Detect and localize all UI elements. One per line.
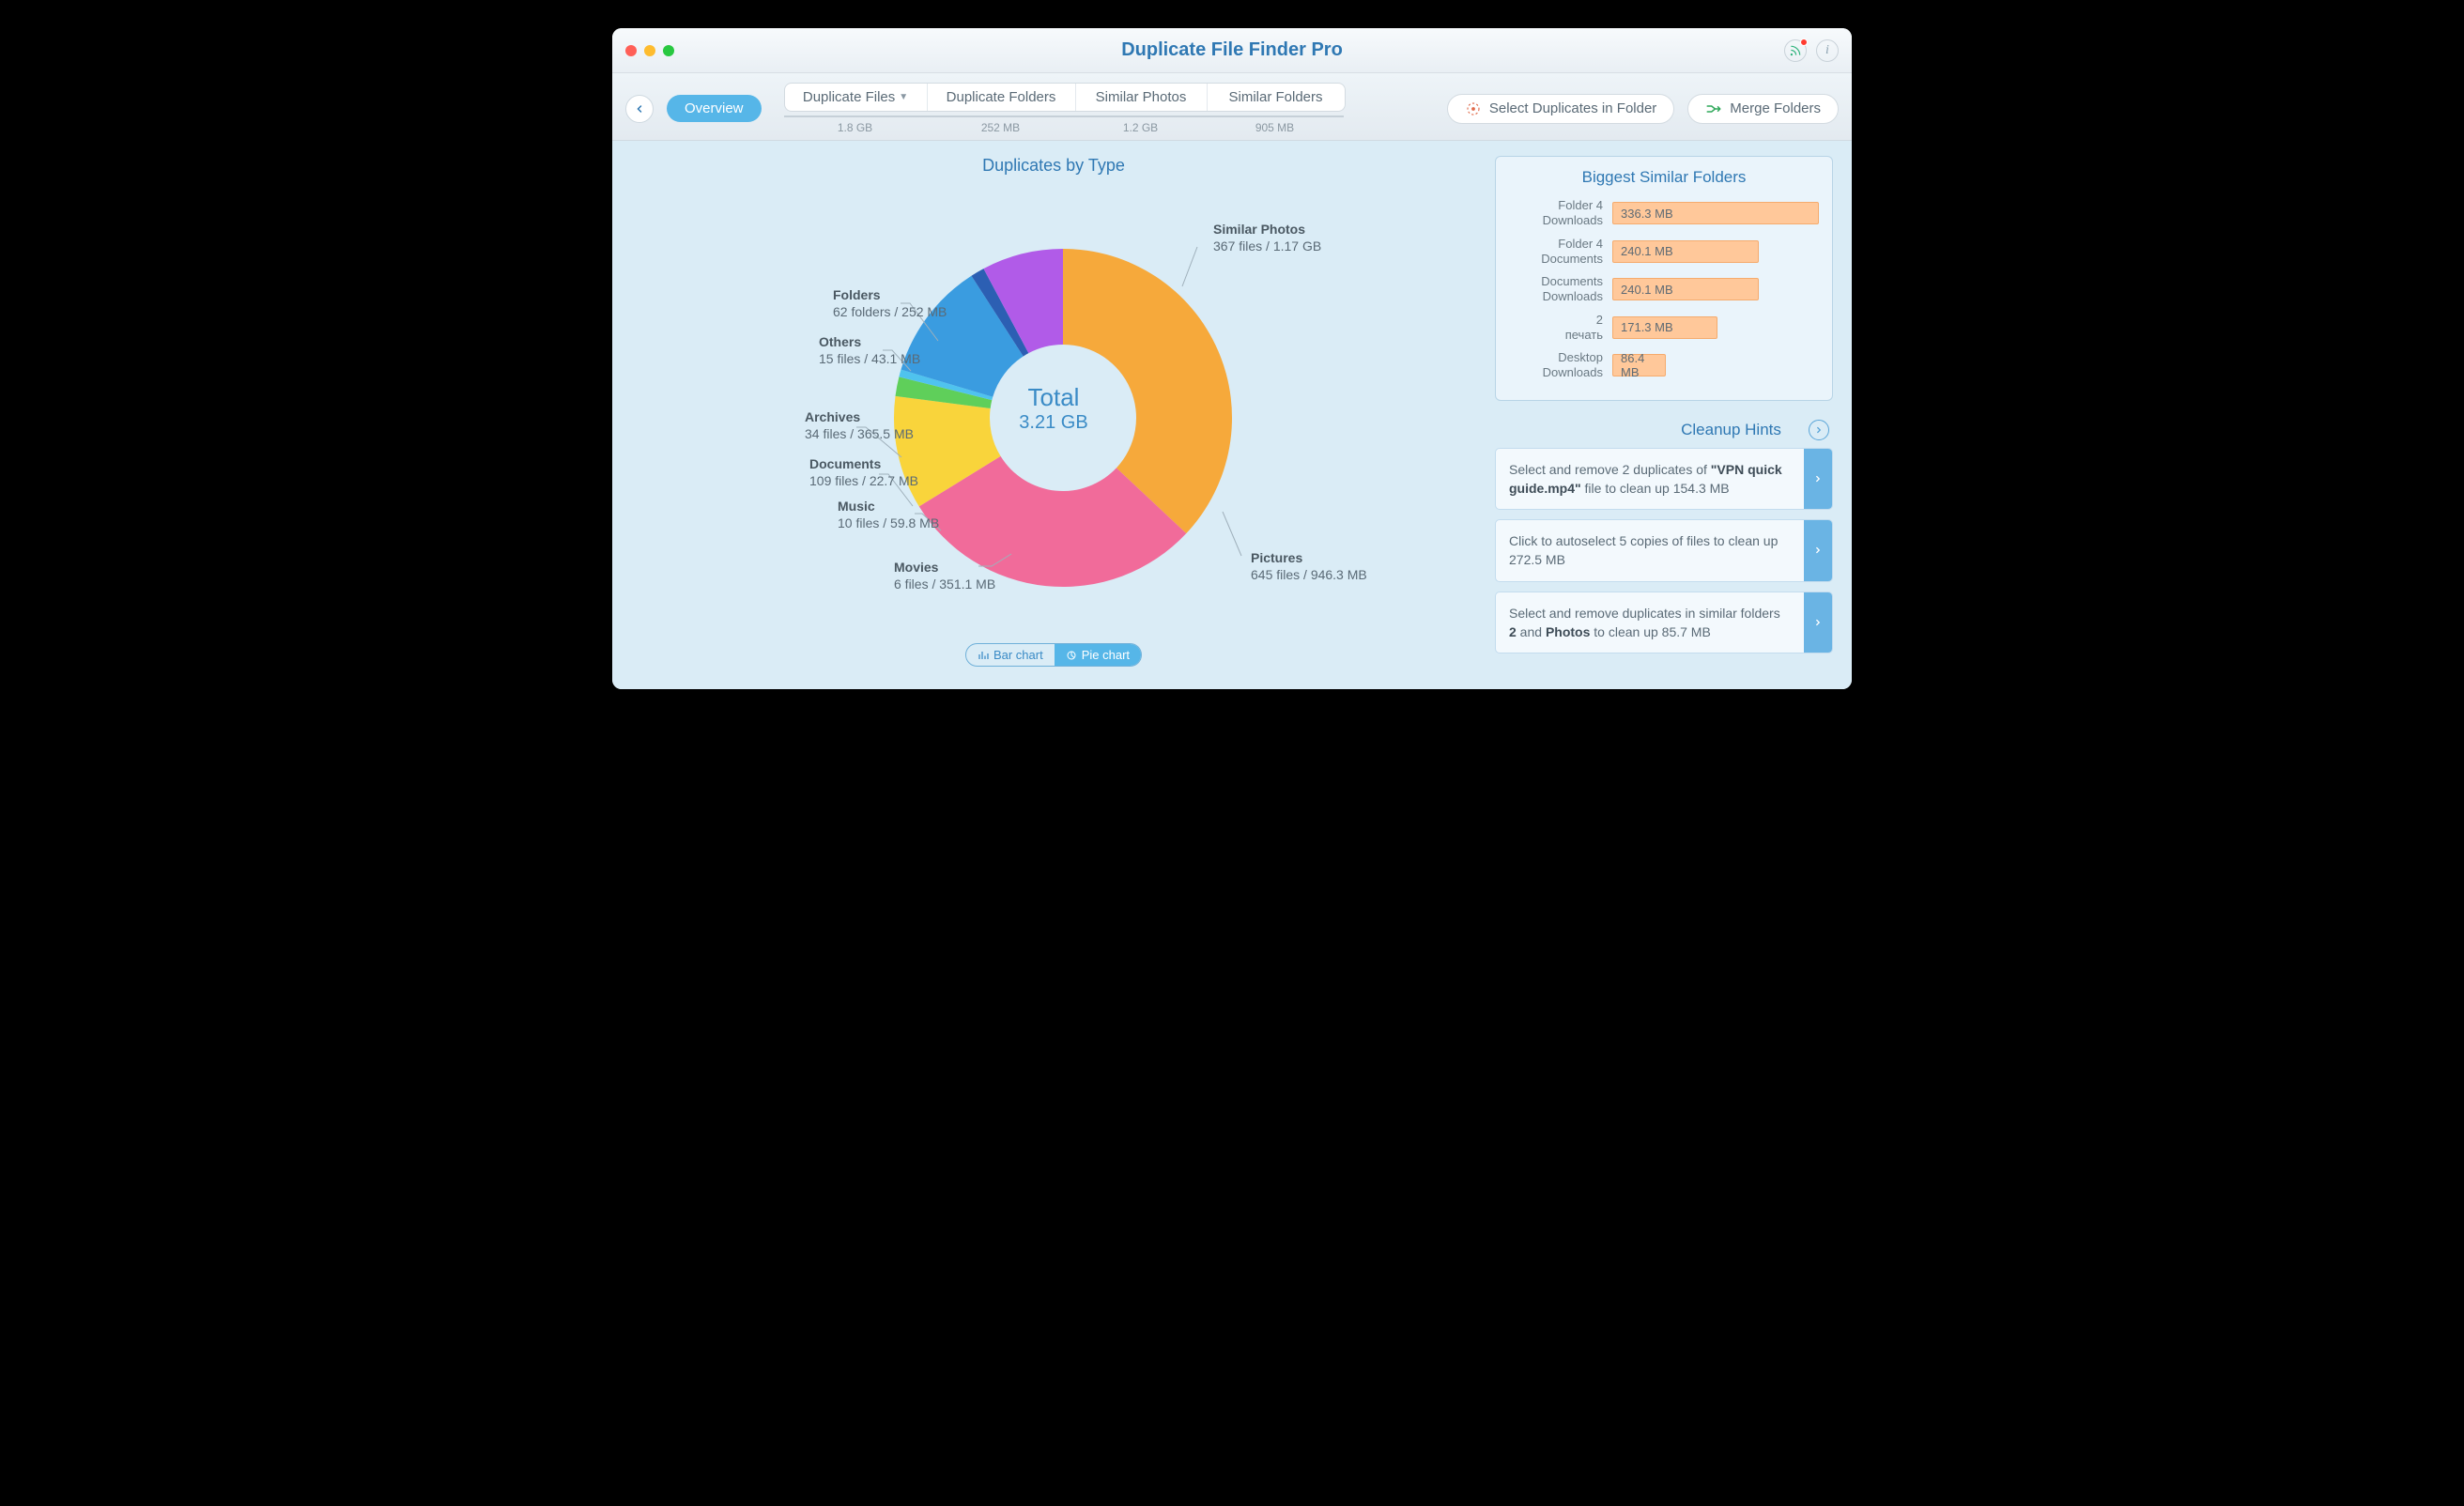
chevron-down-icon: ▼ [899, 92, 908, 102]
tab-duplicate-folders[interactable]: Duplicate Folders [928, 84, 1076, 111]
biggest-similar-title: Biggest Similar Folders [1509, 168, 1819, 187]
slice-label-music: Music10 files / 59.8 MB [838, 498, 939, 531]
bar-chart-toggle[interactable]: Bar chart [966, 644, 1055, 666]
cleanup-hints-section: Cleanup Hints Select and remove 2 duplic… [1495, 420, 1833, 654]
hint-go-button[interactable] [1804, 592, 1832, 653]
total-value: 3.21 GB [1019, 412, 1087, 434]
tab-size-label: 1.2 GB [1075, 115, 1207, 134]
similar-folder-row[interactable]: DocumentsDownloads 240.1 MB [1509, 274, 1819, 305]
notification-dot [1800, 38, 1808, 46]
similar-folder-label: DesktopDownloads [1509, 350, 1603, 381]
similar-folder-label: 2печать [1509, 313, 1603, 344]
chart-pane: Duplicates by Type Total 3.21 GB Similar… [631, 156, 1476, 667]
hint-go-button[interactable] [1804, 520, 1832, 581]
chart-type-toggle: Bar chart Pie chart [631, 643, 1476, 667]
titlebar: Duplicate File Finder Pro i [612, 28, 1852, 73]
similar-folder-bar: 171.3 MB [1612, 316, 1717, 339]
similar-folder-row[interactable]: DesktopDownloads 86.4 MB [1509, 350, 1819, 381]
tab-size-label: 1.8 GB [784, 115, 927, 134]
app-title: Duplicate File Finder Pro [612, 39, 1852, 61]
select-duplicates-label: Select Duplicates in Folder [1489, 100, 1656, 116]
toolbar: Overview Duplicate Files▼Duplicate Folde… [612, 73, 1852, 141]
similar-folder-row[interactable]: Folder 4Downloads 336.3 MB [1509, 198, 1819, 229]
slice-label-movies: Movies6 files / 351.1 MB [894, 559, 995, 592]
hint-text: Click to autoselect 5 copies of files to… [1496, 520, 1804, 581]
similar-folder-label: Folder 4Downloads [1509, 198, 1603, 229]
pie-chart-toggle[interactable]: Pie chart [1055, 644, 1141, 666]
donut-center: Total 3.21 GB [1019, 383, 1087, 434]
similar-folder-bar: 86.4 MB [1612, 354, 1666, 376]
select-duplicates-in-folder-button[interactable]: Select Duplicates in Folder [1447, 94, 1674, 124]
similar-folder-label: Folder 4Documents [1509, 237, 1603, 268]
merge-folders-button[interactable]: Merge Folders [1687, 94, 1839, 124]
similar-folder-row[interactable]: Folder 4Documents 240.1 MB [1509, 237, 1819, 268]
tab-similar-folders[interactable]: Similar Folders [1208, 84, 1345, 111]
similar-folder-label: DocumentsDownloads [1509, 274, 1603, 305]
cleanup-hints-title: Cleanup Hints [1681, 421, 1781, 439]
merge-icon [1705, 100, 1722, 117]
hint-go-button[interactable] [1804, 449, 1832, 510]
app-window: Duplicate File Finder Pro i Overview Dup… [612, 28, 1852, 689]
category-tab-sizes: 1.8 GB252 MB1.2 GB905 MB [784, 115, 1346, 134]
similar-folder-bar: 240.1 MB [1612, 278, 1759, 300]
side-pane: Biggest Similar Folders Folder 4Download… [1495, 156, 1833, 667]
tab-size-label: 905 MB [1207, 115, 1344, 134]
cleanup-hint-card[interactable]: Click to autoselect 5 copies of files to… [1495, 519, 1833, 582]
back-button[interactable] [625, 95, 654, 123]
slice-label-pictures: Pictures645 files / 946.3 MB [1251, 549, 1367, 583]
merge-folders-label: Merge Folders [1730, 100, 1821, 116]
chart-title: Duplicates by Type [631, 156, 1476, 176]
total-label: Total [1019, 383, 1087, 412]
similar-folder-bar: 240.1 MB [1612, 240, 1759, 263]
slice-label-archives: Archives34 files / 365.5 MB [805, 408, 914, 442]
donut-chart[interactable]: Total 3.21 GB Similar Photos367 files / … [659, 183, 1448, 634]
slice-label-others: Others15 files / 43.1 MB [819, 333, 920, 367]
target-icon [1465, 100, 1482, 117]
info-icon[interactable]: i [1816, 39, 1839, 62]
content: Duplicates by Type Total 3.21 GB Similar… [612, 141, 1852, 689]
similar-folder-bar: 336.3 MB [1612, 202, 1819, 224]
feed-icon[interactable] [1784, 39, 1807, 62]
similar-folder-row[interactable]: 2печать 171.3 MB [1509, 313, 1819, 344]
slice-label-documents: Documents109 files / 22.7 MB [809, 455, 918, 489]
biggest-similar-folders-panel: Biggest Similar Folders Folder 4Download… [1495, 156, 1833, 401]
tab-size-label: 252 MB [927, 115, 1075, 134]
slice-label-folders: Folders62 folders / 252 MB [833, 286, 947, 320]
cleanup-hint-card[interactable]: Select and remove duplicates in similar … [1495, 592, 1833, 654]
hint-text: Select and remove duplicates in similar … [1496, 592, 1804, 653]
hints-next-button[interactable] [1809, 420, 1829, 440]
tab-similar-photos[interactable]: Similar Photos [1076, 84, 1208, 111]
slice-label-similar-photos: Similar Photos367 files / 1.17 GB [1213, 221, 1321, 254]
cleanup-hint-card[interactable]: Select and remove 2 duplicates of "VPN q… [1495, 448, 1833, 511]
tab-duplicate-files[interactable]: Duplicate Files▼ [785, 84, 928, 111]
overview-pill[interactable]: Overview [667, 95, 762, 122]
category-tabs: Duplicate Files▼Duplicate FoldersSimilar… [784, 83, 1346, 112]
hint-text: Select and remove 2 duplicates of "VPN q… [1496, 449, 1804, 510]
